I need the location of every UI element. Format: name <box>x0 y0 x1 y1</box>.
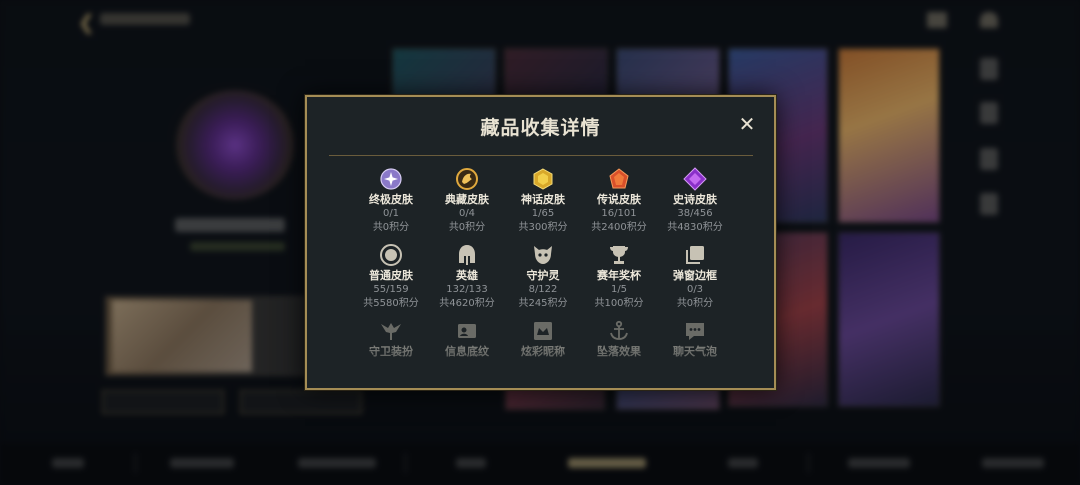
anchor-icon <box>607 319 631 343</box>
collection-item-collector-skin[interactable]: 典藏皮肤 0/4 共0积分 <box>429 167 505 235</box>
collection-item-hero[interactable]: 英雄 132/133 共4620积分 <box>429 243 505 311</box>
trophy-icon <box>607 243 631 267</box>
epic-skin-icon <box>683 167 707 191</box>
collection-item-fall-effect[interactable]: 坠落效果 <box>581 319 657 359</box>
normal-skin-icon <box>379 243 403 267</box>
collection-item-ultimate-skin[interactable]: 终极皮肤 0/1 共0积分 <box>353 167 429 235</box>
collection-item-chat-bubble[interactable]: 聊天气泡 <box>657 319 733 359</box>
collection-item-legendary-skin[interactable]: 传说皮肤 16/101 共2400积分 <box>581 167 657 235</box>
collection-item-popup-frame[interactable]: 弹窗边框 0/3 共0积分 <box>657 243 733 311</box>
hero-helmet-icon <box>455 243 479 267</box>
collection-item-epic-skin[interactable]: 史诗皮肤 38/456 共4830积分 <box>657 167 733 235</box>
collection-item-season-trophy[interactable]: 赛年奖杯 1/5 共100积分 <box>581 243 657 311</box>
collection-item-ward-skin[interactable]: 守卫装扮 <box>353 319 429 359</box>
screen: ❮ 藏品收集详情 ✕ 终极皮肤 0/1 共0积分 典藏皮肤 0/4 共0积分 神… <box>0 0 1080 485</box>
collection-details-dialog: 藏品收集详情 ✕ 终极皮肤 0/1 共0积分 典藏皮肤 0/4 共0积分 神话皮… <box>305 95 776 390</box>
colorful-name-icon <box>531 319 555 343</box>
close-icon[interactable]: ✕ <box>737 114 757 134</box>
collection-item-info-card[interactable]: 信息底纹 <box>429 319 505 359</box>
chat-bubble-icon <box>683 319 707 343</box>
info-card-icon <box>455 319 479 343</box>
dialog-title: 藏品收集详情 <box>480 117 601 139</box>
legendary-skin-icon <box>607 167 631 191</box>
collection-item-colorful-name[interactable]: 炫彩昵称 <box>505 319 581 359</box>
mythic-skin-icon <box>531 167 555 191</box>
guardian-spirit-icon <box>531 243 555 267</box>
ultimate-skin-icon <box>379 167 403 191</box>
popup-frame-icon <box>683 243 707 267</box>
collection-item-mythic-skin[interactable]: 神话皮肤 1/65 共300积分 <box>505 167 581 235</box>
collection-item-guardian[interactable]: 守护灵 8/122 共245积分 <box>505 243 581 311</box>
ward-skin-icon <box>379 319 403 343</box>
collection-item-normal-skin[interactable]: 普通皮肤 55/159 共5580积分 <box>353 243 429 311</box>
collector-skin-icon <box>455 167 479 191</box>
title-divider <box>329 155 753 156</box>
